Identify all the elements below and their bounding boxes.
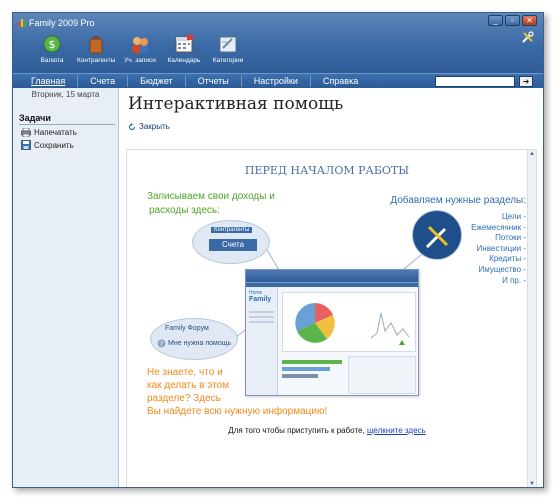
toolbar-label: Контрагенты [77, 57, 116, 64]
menu-budget[interactable]: Бюджет [128, 75, 186, 87]
svg-text:$: $ [49, 38, 56, 51]
tools-icon[interactable] [521, 30, 535, 44]
save-icon [21, 140, 31, 150]
scroll-down-arrow-icon[interactable]: ▼ [529, 481, 535, 487]
arrow-right-icon: ➜ [522, 77, 530, 86]
tasks-heading: Задачи [19, 113, 115, 125]
task-print-label: Напечатать [34, 128, 77, 137]
callout-accounts-tab: Счета [209, 239, 257, 251]
toolbar-label: Категории [212, 57, 244, 64]
help-content: ПЕРЕД НАЧАЛОМ РАБОТЫ Записываем свои дох… [126, 149, 537, 487]
start-instruction: Для того чтобы приступить к работе, щелк… [127, 426, 527, 435]
help-callout: Family Форум ? Мне нужна помощь [150, 318, 238, 360]
task-print[interactable]: Напечатать [21, 128, 118, 137]
task-save-label: Сохранить [34, 140, 74, 150]
need-help-label: Мне нужна помощь [168, 340, 232, 347]
toolbar: $ Валюта Контрагенты Уч. записи Календар… [33, 33, 247, 64]
toolbar-label: Календарь [167, 57, 201, 64]
info-hint-line2: как делать в этом [147, 380, 229, 391]
contacts-icon [89, 35, 103, 54]
current-date: Вторник, 15 марта [31, 90, 100, 99]
page-title: Интерактивная помощь [128, 94, 344, 114]
scroll-up-arrow-icon[interactable]: ▲ [529, 151, 535, 157]
start-text: Для того чтобы приступить к работе, [228, 426, 365, 435]
menu-accounts[interactable]: Счета [78, 75, 129, 87]
close-label: Закрыть [139, 122, 170, 131]
search-go-button[interactable]: ➜ [519, 76, 533, 87]
sidebar: Вторник, 15 марта Задачи Напечатать Сохр… [13, 88, 119, 487]
info-hint-line1: Не знаете, что и [147, 367, 223, 378]
title-bar: Family 2009 Pro _ ▫ ✕ $ Валюта Контраген… [13, 13, 543, 73]
toolbar-label: Уч. записи [124, 57, 156, 64]
maximize-button[interactable]: ▫ [505, 15, 520, 26]
menu-reports[interactable]: Отчеты [186, 75, 242, 87]
minimize-button[interactable]: _ [488, 15, 503, 26]
mock-charts [295, 303, 410, 345]
tools-icon [425, 225, 449, 249]
accounts-icon [132, 37, 149, 53]
categories-icon [219, 36, 237, 53]
window-title: Family 2009 Pro [29, 18, 95, 28]
mock-logo: Family [249, 296, 272, 303]
calendar-icon [175, 35, 193, 53]
accounts-tab-callout: Контрагенты Счета [192, 220, 270, 264]
callout-contacts-label: Контрагенты [211, 227, 253, 233]
toolbar-categories[interactable]: Категории [209, 33, 247, 64]
tools-callout [412, 210, 462, 260]
info-hint-line3: разделе? Здесь [147, 393, 221, 404]
close-window-button[interactable]: ✕ [522, 15, 537, 26]
svg-text:?: ? [160, 341, 163, 348]
toolbar-contacts[interactable]: Контрагенты [77, 33, 115, 64]
menu-help[interactable]: Справка [311, 75, 370, 87]
info-hint-line4: Вы найдете всю нужную информацию! [147, 406, 328, 417]
print-icon [21, 128, 31, 137]
toolbar-calendar[interactable]: Календарь [165, 33, 203, 64]
menu-bar: Главная Счета Бюджет Отчеты Настройки Сп… [13, 73, 543, 88]
toolbar-label: Валюта [40, 57, 64, 64]
app-logo-icon [18, 19, 26, 27]
search-input[interactable] [435, 76, 515, 87]
task-save[interactable]: Сохранить [21, 140, 118, 150]
toolbar-currency[interactable]: $ Валюта [33, 33, 71, 64]
start-link[interactable]: щелкните здесь [367, 426, 426, 435]
close-help-link[interactable]: Закрыть [128, 122, 543, 131]
vertical-scrollbar[interactable]: ▲ ▼ [527, 150, 536, 487]
info-hint: Не знаете, что и как делать в этом разде… [147, 366, 327, 418]
app-window: Family 2009 Pro _ ▫ ✕ $ Валюта Контраген… [12, 12, 544, 488]
currency-icon: $ [43, 35, 61, 53]
menu-home[interactable]: Главная [19, 75, 79, 87]
help-question-icon: ? [157, 339, 166, 348]
toolbar-accounts[interactable]: Уч. записи [121, 33, 159, 64]
forum-label: Family Форум [165, 325, 209, 332]
refresh-arrow-icon [128, 122, 136, 130]
main-panel: Интерактивная помощь Закрыть ПЕРЕД НАЧАЛ… [120, 88, 543, 487]
menu-settings[interactable]: Настройки [242, 75, 311, 87]
